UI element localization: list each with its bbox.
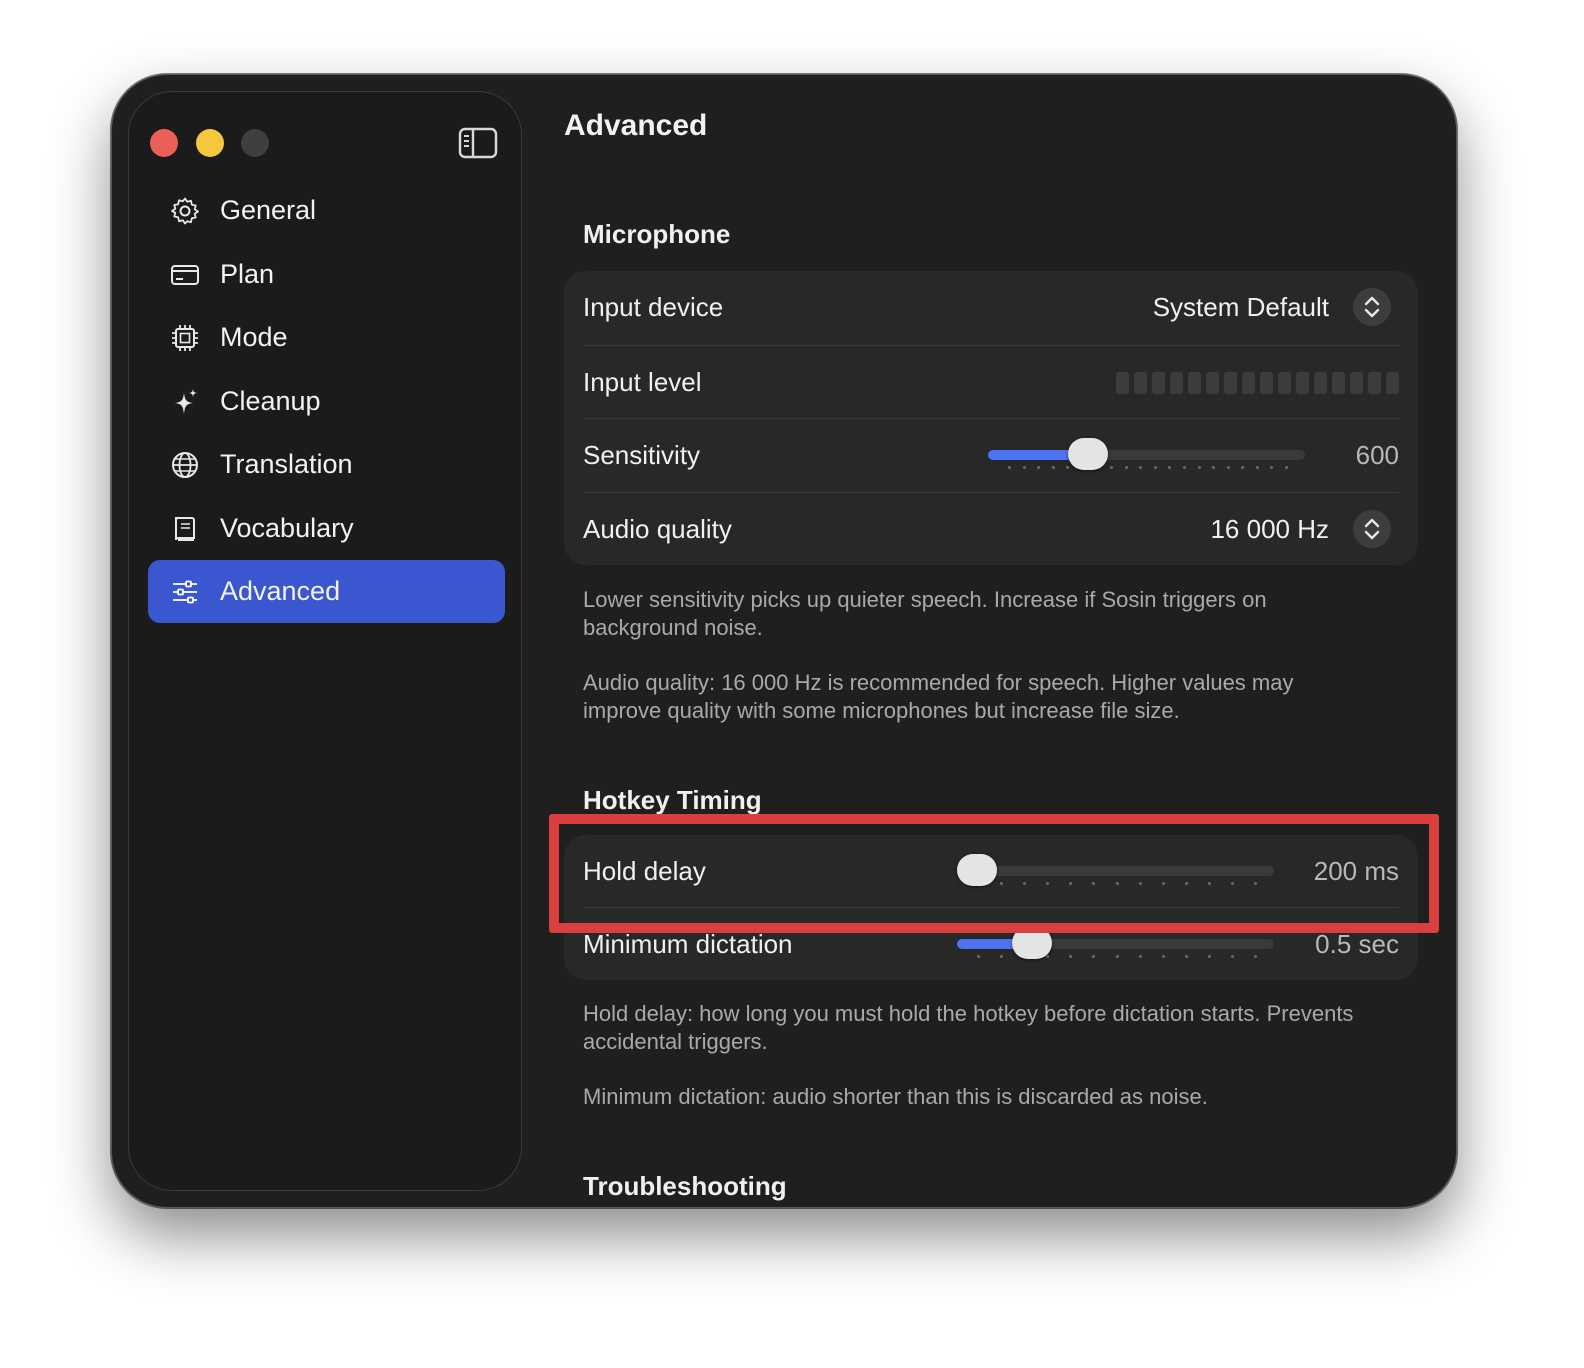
page-title: Advanced	[564, 109, 708, 142]
slider-tick	[1285, 466, 1288, 469]
slider-tick	[1184, 955, 1188, 958]
slider-tick	[1230, 955, 1234, 958]
slider-tick	[1092, 955, 1096, 958]
slider-tick	[1008, 466, 1011, 469]
sidebar-nav: General Plan Mode Cleanup Translation Vo…	[148, 179, 505, 624]
sidebar-item-label: Vocabulary	[220, 512, 354, 543]
sensitivity-help-text: Lower sensitivity picks up quieter speec…	[583, 587, 1267, 640]
slider-tick	[1197, 466, 1201, 469]
audio-quality-row: Audio quality 16 000 Hz	[583, 493, 1399, 566]
slider-tick	[1139, 466, 1143, 469]
section-heading-microphone: Microphone	[583, 219, 731, 249]
sidebar: General Plan Mode Cleanup Translation Vo…	[128, 91, 522, 1191]
sidebar-toggle-icon[interactable]	[458, 127, 498, 159]
credit-card-icon	[171, 264, 199, 285]
slider-tick	[1000, 955, 1004, 958]
input-device-popup-button[interactable]	[1353, 288, 1391, 326]
section-heading-hotkey-timing: Hotkey Timing	[583, 785, 762, 815]
slider-tick	[1153, 466, 1157, 469]
slider-tick	[1212, 466, 1216, 469]
slider-tick	[1138, 955, 1142, 958]
sidebar-item-general[interactable]: General	[148, 179, 505, 242]
input-device-label: Input device	[583, 292, 724, 322]
hold-delay-help-text: Hold delay: how long you must hold the h…	[583, 1001, 1354, 1054]
sidebar-item-label: Advanced	[220, 576, 341, 606]
slider-tick	[1254, 955, 1257, 958]
cpu-chip-icon	[172, 325, 198, 351]
slider-tick	[1270, 466, 1274, 469]
slider-tick	[1069, 955, 1073, 958]
sparkles-icon	[175, 388, 197, 414]
input-level-label: Input level	[583, 367, 702, 397]
book-icon	[175, 516, 195, 541]
sidebar-item-label: Translation	[220, 449, 353, 479]
sidebar-item-mode[interactable]: Mode	[148, 306, 505, 369]
audio-quality-help-text: Audio quality: 16 000 Hz is recommended …	[583, 670, 1294, 723]
sensitivity-row: Sensitivity 600	[583, 419, 1399, 492]
slider-tick	[1051, 466, 1055, 469]
sidebar-item-label: Mode	[220, 322, 288, 352]
input-device-row: Input device System Default	[583, 271, 1399, 344]
slider-tick	[1115, 955, 1119, 958]
slider-tick	[1241, 466, 1245, 469]
audio-quality-value[interactable]: 16 000 Hz	[1210, 514, 1329, 545]
slider-tick	[1226, 466, 1230, 469]
minimum-dictation-help-text: Minimum dictation: audio shorter than th…	[583, 1084, 1208, 1109]
slider-tick	[1022, 466, 1026, 469]
slider-tick	[1066, 466, 1070, 469]
input-device-value[interactable]: System Default	[1153, 292, 1329, 323]
audio-quality-label: Audio quality	[583, 514, 732, 544]
sidebar-item-plan[interactable]: Plan	[148, 243, 505, 306]
sensitivity-value: 600	[1355, 440, 1399, 470]
slider-tick	[1207, 955, 1211, 958]
microphone-card: Input device System Default Input level …	[564, 271, 1418, 565]
input-level-row: Input level	[583, 346, 1399, 419]
slider-tick	[1182, 466, 1186, 469]
sidebar-item-advanced[interactable]: Advanced	[148, 560, 505, 623]
slider-tick	[1037, 466, 1041, 469]
sidebar-item-cleanup[interactable]: Cleanup	[148, 370, 505, 433]
sensitivity-label: Sensitivity	[583, 440, 701, 470]
zoom-window-button[interactable]	[241, 129, 269, 157]
sensitivity-slider[interactable]	[988, 437, 1305, 477]
gear-icon	[171, 197, 199, 225]
close-window-button[interactable]	[150, 129, 178, 157]
audio-quality-popup-button[interactable]	[1353, 510, 1391, 548]
section-heading-troubleshooting: Troubleshooting	[583, 1171, 787, 1201]
slider-tick	[1168, 466, 1172, 469]
sidebar-item-translation[interactable]: Translation	[148, 433, 505, 496]
settings-window: General Plan Mode Cleanup Translation Vo…	[111, 74, 1457, 1208]
minimum-dictation-value: 0.5 sec	[1315, 929, 1399, 959]
globe-icon	[172, 452, 198, 478]
minimize-window-button[interactable]	[196, 129, 224, 157]
sidebar-item-vocabulary[interactable]: Vocabulary	[148, 497, 505, 560]
annotation-highlight-box	[549, 814, 1439, 933]
slider-tick	[1124, 466, 1128, 469]
sidebar-item-label: General	[220, 195, 317, 225]
slider-tick	[977, 955, 980, 958]
slider-tick	[1046, 955, 1050, 958]
sensitivity-slider-knob[interactable]	[1068, 438, 1109, 470]
slider-tick	[1255, 466, 1259, 469]
sidebar-item-label: Plan	[220, 258, 275, 289]
sidebar-item-label: Cleanup	[220, 385, 321, 416]
slider-tick	[1110, 466, 1114, 469]
minimum-dictation-label: Minimum dictation	[583, 929, 793, 959]
sliders-icon	[173, 580, 197, 604]
input-level-meter	[1116, 371, 1399, 394]
slider-tick	[1161, 955, 1165, 958]
